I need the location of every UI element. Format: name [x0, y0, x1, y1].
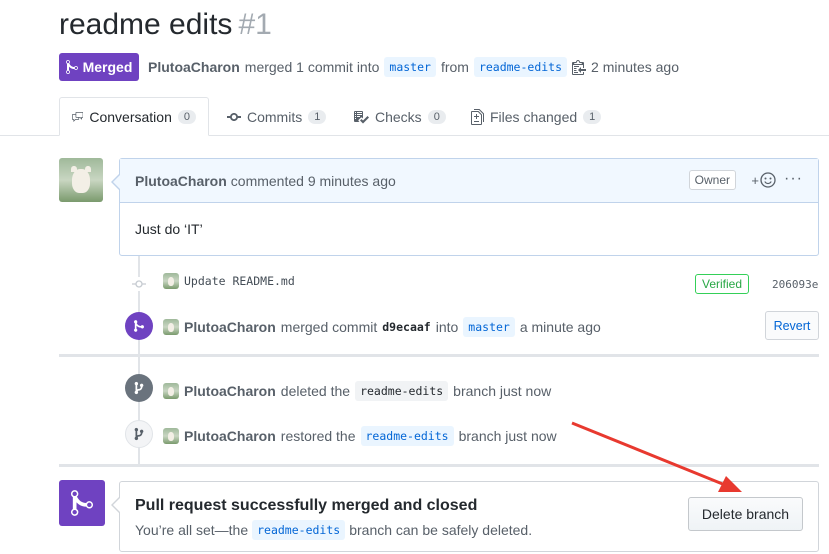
commit-author-avatar[interactable] — [163, 273, 179, 289]
base-branch[interactable]: master — [384, 57, 436, 77]
comment-author[interactable]: PlutoaCharon — [135, 173, 227, 189]
deleted-suffix: branch just now — [453, 383, 552, 399]
deleted-author-avatar[interactable] — [163, 383, 179, 399]
commit-sha-link[interactable]: 206093e — [772, 278, 818, 291]
commit-row: Update README.md — [163, 273, 295, 289]
timeline-divider — [59, 464, 819, 467]
comment-header: PlutoaCharon commented 9 minutes ago Own… — [120, 159, 818, 203]
comment-body: Just do ‘IT’ — [135, 221, 203, 237]
tab-commits[interactable]: Commits 1 — [227, 97, 327, 136]
revert-button[interactable]: Revert — [765, 311, 819, 340]
delete-branch-event-badge — [125, 374, 153, 402]
tab-conversation[interactable]: Conversation 0 — [59, 97, 209, 136]
annotation-arrow-line — [571, 421, 731, 489]
smiley-icon — [760, 172, 776, 188]
add-reaction-button[interactable]: + — [751, 172, 776, 188]
tab-files-changed-count: 1 — [583, 109, 602, 124]
commit-dot-icon — [132, 277, 146, 291]
clipboard-icon[interactable] — [572, 59, 587, 75]
merge-time: a minute ago — [519, 319, 601, 335]
pr-meta: PlutoaCharon merged 1 commit into master… — [148, 57, 679, 77]
deleted-branch-name: readme-edits — [355, 381, 449, 401]
tab-files-changed[interactable]: Files changed 1 — [471, 97, 602, 136]
merged-label: Merged — [82, 59, 133, 75]
pr-title: readme edits #1 — [59, 8, 272, 42]
merged-status-badge: Merged — [59, 53, 139, 81]
git-branch-icon — [134, 427, 144, 441]
timeline-divider — [59, 354, 819, 357]
merge-status-box: Pull request successfully merged and clo… — [119, 481, 819, 552]
tab-files-changed-label: Files changed — [490, 108, 578, 125]
restored-branch-name[interactable]: readme-edits — [360, 426, 454, 446]
conversation-icon — [72, 111, 84, 122]
commit-message-link[interactable]: Update README.md — [184, 274, 295, 288]
merge-base-branch[interactable]: master — [463, 317, 515, 337]
pr-number: #1 — [238, 8, 272, 41]
tab-checks-count: 0 — [427, 109, 446, 124]
merge-author-avatar[interactable] — [163, 319, 179, 335]
merge-icon — [71, 490, 93, 516]
git-branch-icon — [134, 381, 144, 395]
file-diff-icon — [471, 108, 484, 125]
deleted-text: deleted the — [280, 383, 351, 399]
reaction-plus: + — [751, 172, 759, 188]
restored-author[interactable]: PlutoaCharon — [184, 428, 276, 444]
merge-text: merged commit — [280, 319, 378, 335]
merge-sha-link[interactable]: d9ecaaf — [382, 320, 430, 334]
deleted-branch-row: PlutoaCharon deleted the readme-edits br… — [163, 381, 551, 401]
restored-text: restored the — [280, 428, 356, 444]
verified-badge[interactable]: Verified — [695, 274, 750, 294]
merge-icon — [134, 320, 144, 332]
restored-branch-row: PlutoaCharon restored the readme-edits b… — [163, 426, 557, 446]
from-text: from — [440, 59, 469, 75]
tab-conversation-count: 0 — [177, 109, 196, 124]
merge-box-branch: readme-edits — [252, 520, 346, 540]
owner-label: Owner — [688, 170, 736, 190]
comment-action: commented 9 minutes ago — [230, 172, 396, 189]
pr-time: 2 minutes ago — [591, 59, 679, 75]
merge-event-badge — [125, 312, 153, 340]
comment-author-avatar[interactable] — [59, 158, 103, 202]
merge-author[interactable]: PlutoaCharon — [184, 319, 276, 335]
deleted-author[interactable]: PlutoaCharon — [184, 383, 276, 399]
pr-author-link[interactable]: PlutoaCharon — [148, 59, 240, 75]
head-branch[interactable]: readme-edits — [473, 57, 568, 77]
more-options-icon[interactable]: ··· — [784, 170, 803, 188]
tab-checks-label: Checks — [375, 108, 422, 125]
merge-status-subtitle: You’re all set—the readme-edits branch c… — [135, 520, 532, 540]
tab-commits-count: 1 — [308, 109, 327, 124]
restore-branch-event-badge — [125, 420, 153, 448]
pr-title-text: readme edits — [59, 8, 233, 41]
merged-state-icon — [59, 480, 105, 526]
merged-text: merged 1 commit into — [244, 59, 380, 75]
merge-into-text: into — [435, 319, 459, 335]
restored-author-avatar[interactable] — [163, 428, 179, 444]
checklist-icon — [354, 110, 369, 123]
comment-box: PlutoaCharon commented 9 minutes ago Own… — [119, 158, 819, 256]
commit-icon — [227, 112, 241, 121]
merge-event-row: PlutoaCharon merged commit d9ecaaf into … — [163, 317, 601, 337]
merge-icon — [65, 59, 78, 75]
restored-suffix: branch just now — [458, 428, 557, 444]
tab-commits-label: Commits — [247, 108, 303, 125]
merge-sub-prefix: You’re all set—the — [135, 522, 249, 538]
merge-sub-suffix: branch can be safely deleted. — [349, 522, 533, 538]
tab-conversation-label: Conversation — [89, 108, 172, 125]
merge-status-title: Pull request successfully merged and clo… — [135, 497, 478, 514]
delete-branch-button[interactable]: Delete branch — [688, 497, 803, 531]
tab-checks[interactable]: Checks 0 — [353, 97, 446, 136]
